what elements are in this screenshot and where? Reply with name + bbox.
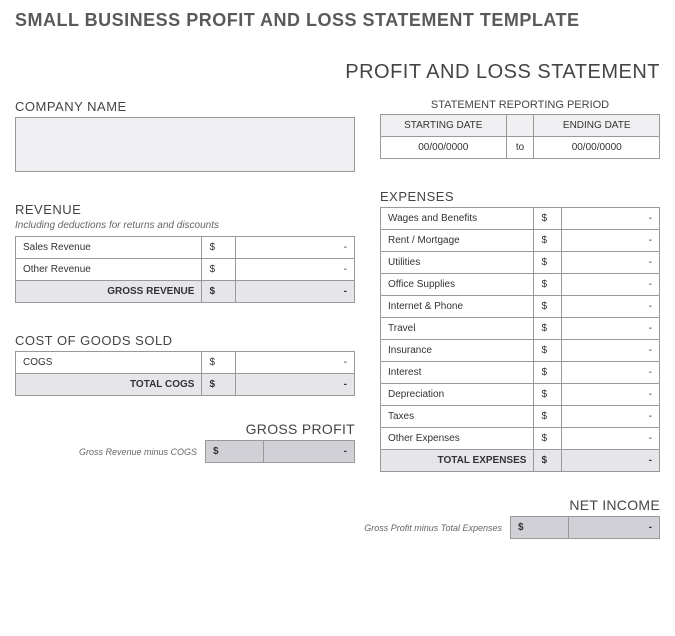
ending-date-input[interactable]: 00/00/0000: [534, 137, 660, 159]
row-currency: $: [534, 230, 562, 252]
table-row: Office Supplies$-: [381, 274, 660, 296]
row-value[interactable]: -: [562, 362, 660, 384]
row-label: TOTAL EXPENSES: [381, 450, 534, 472]
row-value: -: [562, 450, 660, 472]
row-label[interactable]: Other Expenses: [381, 428, 534, 450]
starting-date-label: STARTING DATE: [381, 115, 507, 137]
row-value[interactable]: -: [562, 252, 660, 274]
table-row: Other Revenue $ -: [16, 259, 355, 281]
company-name-label: COMPANY NAME: [15, 99, 355, 114]
reporting-period-table: STARTING DATE ENDING DATE 00/00/0000 to …: [380, 114, 660, 159]
gross-revenue-row: GROSS REVENUE $ -: [16, 281, 355, 303]
row-label[interactable]: Insurance: [381, 340, 534, 362]
table-row: Other Expenses$-: [381, 428, 660, 450]
row-currency: $: [511, 517, 569, 539]
row-currency: $: [534, 296, 562, 318]
row-label: TOTAL COGS: [16, 374, 202, 396]
net-income-header: NET INCOME: [15, 497, 660, 513]
row-label[interactable]: Interest: [381, 362, 534, 384]
row-value[interactable]: -: [562, 274, 660, 296]
row-label[interactable]: Wages and Benefits: [381, 208, 534, 230]
row-value: -: [568, 517, 660, 539]
company-name-input[interactable]: [15, 117, 355, 172]
table-row: Taxes$-: [381, 406, 660, 428]
row-value[interactable]: -: [562, 296, 660, 318]
cogs-header: COST OF GOODS SOLD: [15, 333, 355, 348]
table-row: Insurance$-: [381, 340, 660, 362]
row-label[interactable]: Sales Revenue: [16, 237, 202, 259]
row-currency: $: [534, 208, 562, 230]
row-currency: $: [534, 274, 562, 296]
row-currency: $: [202, 374, 236, 396]
row-label[interactable]: Other Revenue: [16, 259, 202, 281]
row-value[interactable]: -: [236, 237, 355, 259]
period-to-label: to: [506, 137, 534, 159]
row-value: -: [236, 281, 355, 303]
row-value: -: [263, 441, 355, 463]
row-currency: $: [534, 384, 562, 406]
row-currency: $: [534, 318, 562, 340]
gross-profit-value: $ -: [205, 440, 355, 463]
row-value[interactable]: -: [562, 406, 660, 428]
row-currency: $: [534, 252, 562, 274]
cogs-table: COGS $ - TOTAL COGS $ -: [15, 351, 355, 396]
template-title: SMALL BUSINESS PROFIT AND LOSS STATEMENT…: [15, 10, 660, 31]
gross-profit-note: Gross Revenue minus COGS: [15, 440, 205, 463]
reporting-period-header: STATEMENT REPORTING PERIOD: [380, 99, 660, 111]
row-currency: $: [534, 362, 562, 384]
row-value[interactable]: -: [562, 318, 660, 340]
table-row: COGS $ -: [16, 352, 355, 374]
row-currency: $: [202, 352, 236, 374]
document-title: PROFIT AND LOSS STATEMENT: [15, 61, 660, 84]
table-row: Depreciation$-: [381, 384, 660, 406]
row-value[interactable]: -: [562, 230, 660, 252]
row-label[interactable]: Taxes: [381, 406, 534, 428]
row-value[interactable]: -: [236, 259, 355, 281]
row-value[interactable]: -: [236, 352, 355, 374]
starting-date-input[interactable]: 00/00/0000: [381, 137, 507, 159]
table-row: Interest$-: [381, 362, 660, 384]
net-income-note: Gross Profit minus Total Expenses: [15, 516, 510, 539]
revenue-subtext: Including deductions for returns and dis…: [15, 220, 355, 231]
row-currency: $: [534, 428, 562, 450]
revenue-table: Sales Revenue $ - Other Revenue $ - GROS…: [15, 236, 355, 303]
row-value[interactable]: -: [562, 428, 660, 450]
row-value: -: [236, 374, 355, 396]
row-label[interactable]: Utilities: [381, 252, 534, 274]
row-label[interactable]: Depreciation: [381, 384, 534, 406]
row-currency: $: [534, 406, 562, 428]
table-row: Internet & Phone$-: [381, 296, 660, 318]
total-expenses-row: TOTAL EXPENSES $ -: [381, 450, 660, 472]
row-value[interactable]: -: [562, 384, 660, 406]
row-currency: $: [202, 281, 236, 303]
table-row: Wages and Benefits$-: [381, 208, 660, 230]
table-row: Utilities$-: [381, 252, 660, 274]
expenses-table: Wages and Benefits$- Rent / Mortgage$- U…: [380, 207, 660, 472]
gross-profit-header: GROSS PROFIT: [15, 421, 355, 437]
row-value[interactable]: -: [562, 208, 660, 230]
row-currency: $: [534, 450, 562, 472]
row-label[interactable]: COGS: [16, 352, 202, 374]
row-currency: $: [202, 237, 236, 259]
row-label[interactable]: Travel: [381, 318, 534, 340]
table-row: Sales Revenue $ -: [16, 237, 355, 259]
row-label[interactable]: Internet & Phone: [381, 296, 534, 318]
expenses-header: EXPENSES: [380, 189, 660, 204]
row-currency: $: [206, 441, 264, 463]
row-currency: $: [534, 340, 562, 362]
net-income-value: $ -: [510, 516, 660, 539]
row-label: GROSS REVENUE: [16, 281, 202, 303]
total-cogs-row: TOTAL COGS $ -: [16, 374, 355, 396]
ending-date-label: ENDING DATE: [534, 115, 660, 137]
row-currency: $: [202, 259, 236, 281]
row-value[interactable]: -: [562, 340, 660, 362]
table-row: Travel$-: [381, 318, 660, 340]
row-label[interactable]: Rent / Mortgage: [381, 230, 534, 252]
row-label[interactable]: Office Supplies: [381, 274, 534, 296]
revenue-header: REVENUE: [15, 202, 355, 217]
table-row: Rent / Mortgage$-: [381, 230, 660, 252]
